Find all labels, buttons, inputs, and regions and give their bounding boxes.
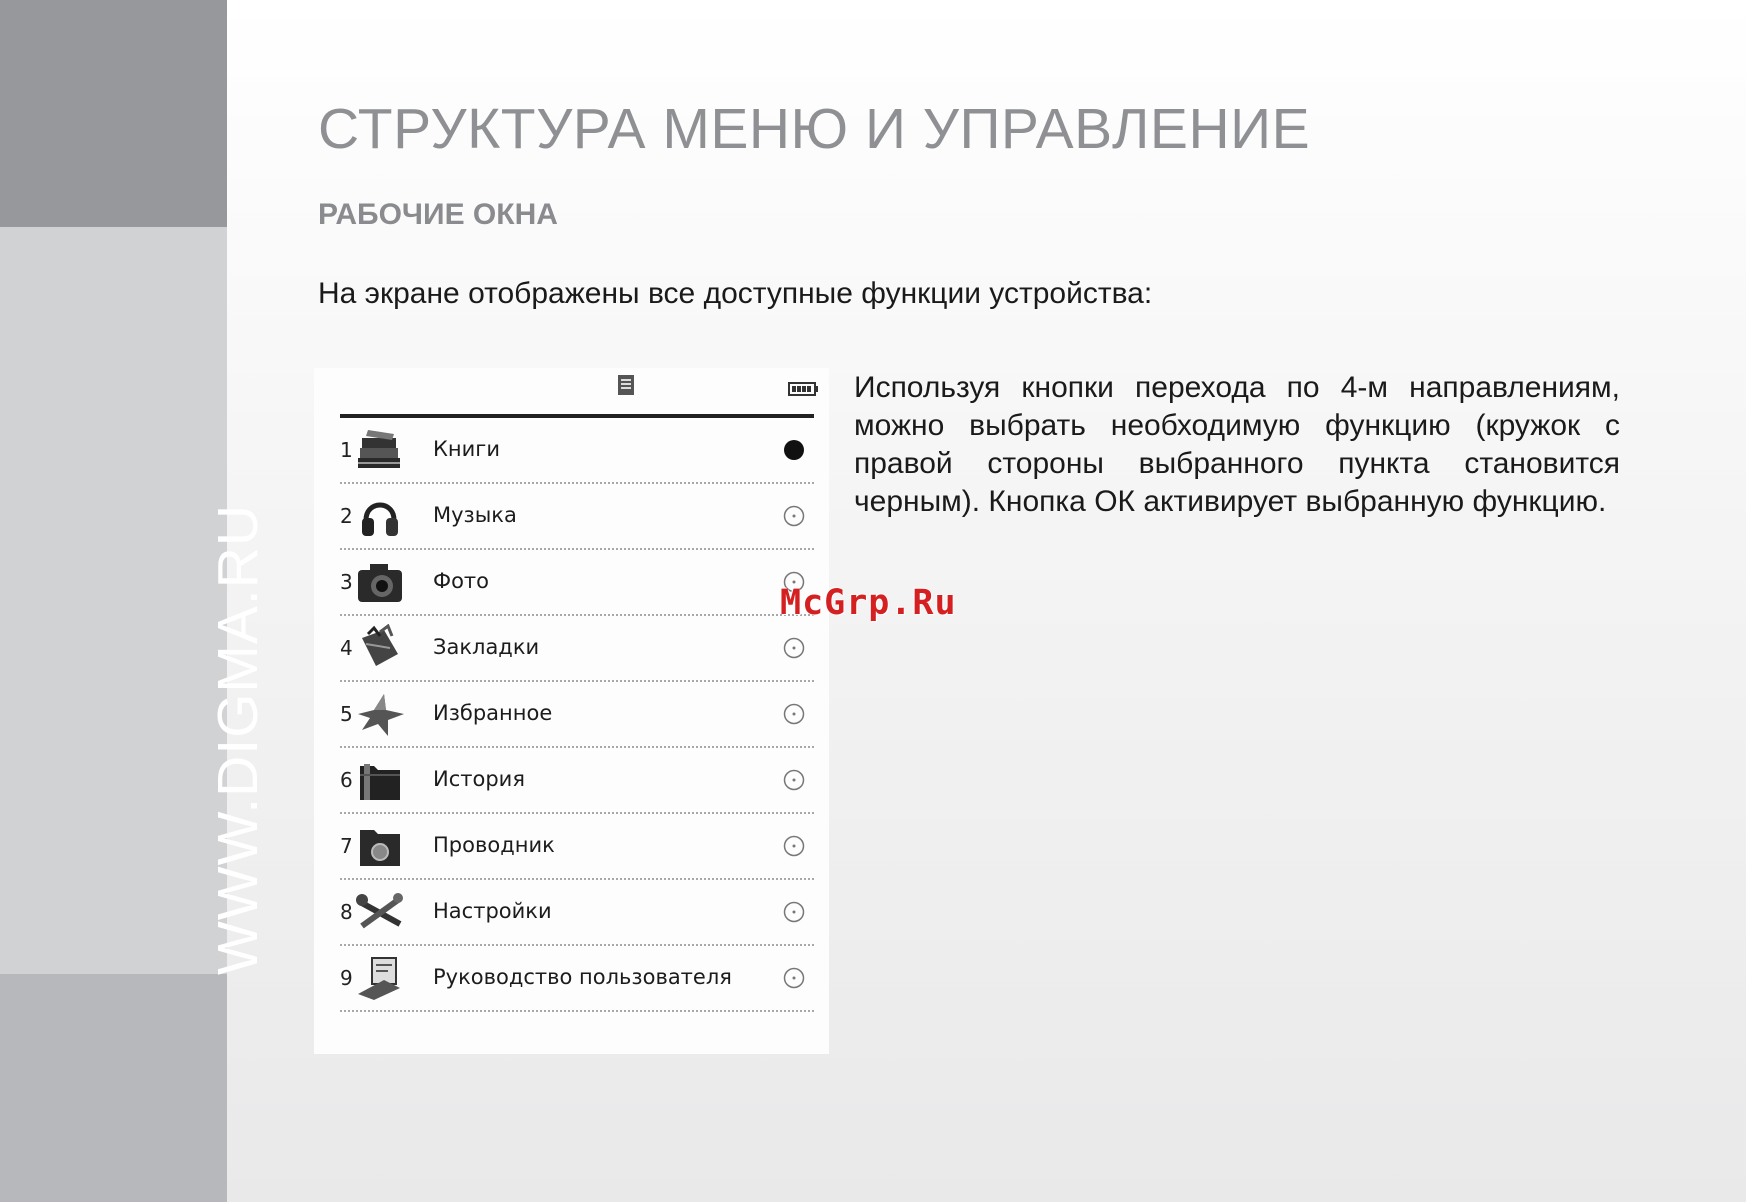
history-folder-icon — [360, 764, 400, 800]
headphones-icon — [362, 502, 398, 536]
menu-item-number: 8 — [340, 900, 353, 924]
radio-unselected-icon — [783, 967, 805, 989]
radio-selected-icon — [784, 440, 804, 460]
menu-item-music[interactable]: 2 Музыка — [340, 484, 814, 550]
menu-item-label: Проводник — [433, 833, 555, 857]
sidebar-url-text: WWW.DIGMA.RU — [206, 503, 270, 975]
menu-item-label: История — [433, 767, 525, 791]
settings-tools-icon — [356, 893, 403, 929]
menu-item-label: Руководство пользователя — [433, 965, 732, 989]
menu-item-number: 5 — [340, 702, 353, 726]
menu-item-favorites[interactable]: 5 Избранное — [340, 682, 814, 748]
radio-unselected-icon — [783, 703, 805, 725]
camera-icon — [358, 564, 402, 602]
sidebar-bottom-block — [0, 974, 227, 1202]
menu-item-label: Избранное — [433, 701, 553, 725]
books-icon — [358, 430, 400, 468]
menu-item-number: 3 — [340, 570, 353, 594]
intro-text: На экране отображены все доступные функц… — [318, 277, 1153, 310]
star-icon — [358, 694, 404, 736]
radio-unselected-icon — [783, 901, 805, 923]
menu-item-label: Музыка — [433, 503, 517, 527]
watermark-text: McGrp.Ru — [780, 583, 957, 623]
battery-icon — [788, 382, 818, 396]
sidebar-top-block — [0, 0, 227, 227]
menu-item-number: 6 — [340, 768, 353, 792]
menu-item-number: 9 — [340, 966, 353, 990]
bookmarks-icon — [362, 624, 398, 666]
menu-item-label: Книги — [433, 437, 500, 461]
radio-unselected-icon — [783, 835, 805, 857]
menu-item-user-guide[interactable]: 9 Руководство пользователя — [340, 946, 814, 1012]
menu-item-books[interactable]: 1 Книги — [340, 418, 814, 484]
sidebar-middle-block — [0, 227, 227, 974]
sd-card-icon — [618, 375, 634, 395]
radio-unselected-icon — [783, 637, 805, 659]
menu-item-label: Закладки — [433, 635, 540, 659]
menu-item-number: 1 — [340, 438, 353, 462]
device-screenshot: 1 Книги 2 Музыка 3 Фото 4 Закладки 5 Изб… — [314, 368, 829, 1054]
menu-item-label: Фото — [433, 569, 490, 593]
menu-item-number: 2 — [340, 504, 353, 528]
explorer-folder-icon — [360, 830, 400, 866]
page-title: СТРУКТУРА МЕНЮ И УПРАВЛЕНИЕ — [318, 97, 1311, 161]
navigation-description: Используя кнопки перехода по 4-м направл… — [854, 371, 1620, 518]
menu-item-explorer[interactable]: 7 Проводник — [340, 814, 814, 880]
device-menu-list: 1 Книги 2 Музыка 3 Фото 4 Закладки 5 Изб… — [340, 418, 814, 1012]
radio-unselected-icon — [783, 505, 805, 527]
menu-item-history[interactable]: 6 История — [340, 748, 814, 814]
menu-item-photo[interactable]: 3 Фото — [340, 550, 814, 616]
radio-unselected-icon — [783, 769, 805, 791]
menu-item-label: Настройки — [433, 899, 552, 923]
menu-item-number: 4 — [340, 636, 353, 660]
menu-item-bookmarks[interactable]: 4 Закладки — [340, 616, 814, 682]
menu-item-settings[interactable]: 8 Настройки — [340, 880, 814, 946]
left-sidebar — [0, 0, 227, 1202]
menu-item-number: 7 — [340, 834, 353, 858]
section-heading: РАБОЧИЕ ОКНА — [318, 198, 558, 231]
user-guide-icon — [358, 957, 400, 1000]
